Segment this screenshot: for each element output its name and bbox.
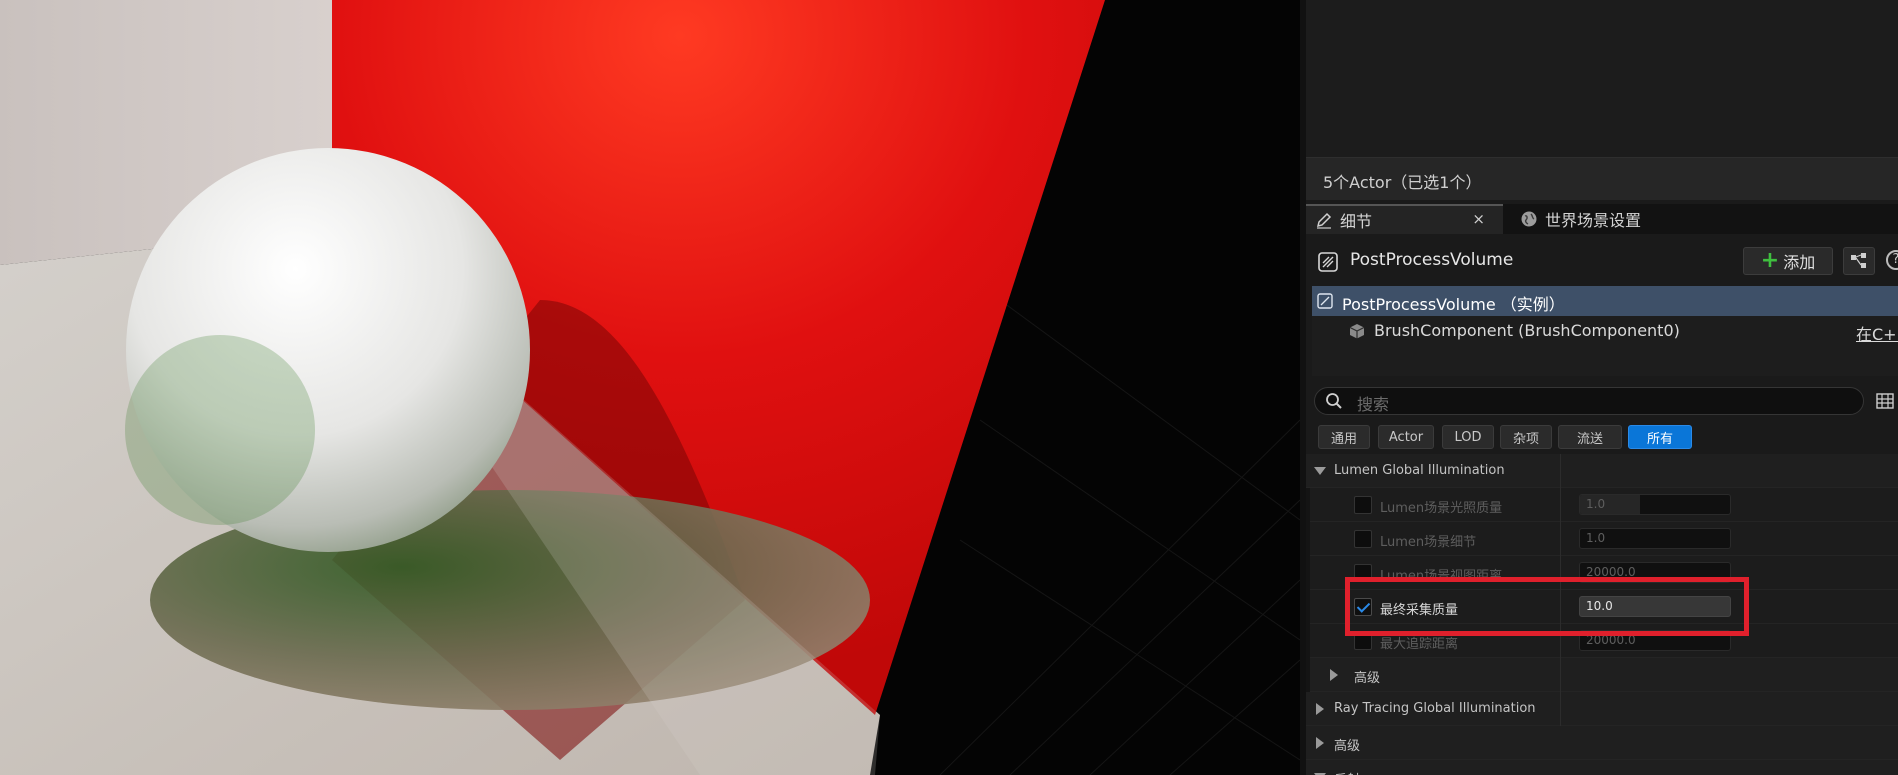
add-label: 添加 [1783,253,1816,272]
expand-arrow-icon [1330,669,1338,681]
section-ray-tracing-gi[interactable]: Ray Tracing Global Illumination [1306,692,1898,726]
expand-arrow-icon [1316,703,1324,715]
property-row: Lumen场景细节 1.0 [1306,522,1898,556]
property-matrix-icon[interactable] [1876,392,1894,410]
search-input[interactable]: 搜索 [1314,387,1864,415]
property-value-field[interactable]: 1.0 [1579,528,1731,549]
component-tree: PostProcessVolume （实例） BrushComponent (B… [1312,286,1898,376]
details-header: PostProcessVolume + 添加 ? [1306,240,1898,282]
collapse-arrow-icon [1314,467,1326,475]
section-advanced-sub[interactable]: 高级 [1306,658,1898,692]
close-icon[interactable]: × [1472,210,1485,228]
edit-in-cpp-link[interactable]: 在C++ [1856,321,1898,345]
globe-icon [1519,209,1539,229]
override-checkbox[interactable] [1354,530,1372,548]
section-label: 高级 [1334,739,1361,754]
section-label: Lumen Global Illumination [1334,463,1505,478]
property-value: 1.0 [1586,531,1606,545]
filter-general[interactable]: 通用 [1318,425,1370,449]
tab-details[interactable]: 细节 × [1306,204,1503,234]
section-reflection[interactable]: 反射 [1306,760,1898,775]
property-label: Lumen场景细节 [1380,535,1477,550]
section-lumen-gi[interactable]: Lumen Global Illumination [1306,454,1898,488]
tab-details-label: 细节 [1340,212,1373,231]
component-label: PostProcessVolume （实例） [1342,295,1565,314]
tab-world-label: 世界场景设置 [1545,211,1642,230]
component-row-instance[interactable]: PostProcessVolume （实例） [1312,286,1898,316]
help-icon[interactable]: ? [1886,250,1898,270]
filter-actor[interactable]: Actor [1378,425,1434,449]
section-label: Ray Tracing Global Illumination [1334,701,1536,716]
actor-name: PostProcessVolume [1350,250,1514,270]
tab-bar: 细节 × 世界场景设置 [1306,204,1898,234]
highlight-box [1345,577,1749,636]
blueprint-icon [1851,253,1866,268]
search-placeholder: 搜索 [1357,395,1390,414]
property-value-field[interactable]: 1.0 [1579,494,1731,515]
property-label: Lumen场景光照质量 [1380,501,1503,516]
post-process-volume-icon [1318,252,1338,272]
outliner-status-bar: 5个Actor（已选1个） [1306,157,1898,200]
property-value: 1.0 [1586,497,1606,511]
level-viewport[interactable] [0,0,1300,775]
details-panel: 5个Actor（已选1个） 细节 × 世界场景设置 PostProcessVol… [1306,0,1898,775]
tab-world-settings[interactable]: 世界场景设置 [1511,204,1691,234]
section-label: 高级 [1354,671,1381,686]
component-label: BrushComponent (BrushComponent0) [1374,321,1680,340]
cube-icon [1349,324,1365,339]
actor-count-label: 5个Actor（已选1个） [1323,173,1482,192]
filter-streaming[interactable]: 流送 [1558,425,1622,449]
override-checkbox[interactable] [1354,496,1372,514]
add-component-button[interactable]: + 添加 [1743,247,1833,275]
pencil-icon [1314,210,1334,230]
plus-icon: + [1760,248,1780,273]
filter-misc[interactable]: 杂项 [1500,425,1552,449]
viewport-render [0,0,1300,775]
blueprint-button[interactable] [1843,247,1875,275]
expand-arrow-icon [1316,737,1324,749]
section-label: 反射 [1334,769,1360,775]
search-icon [1326,393,1342,409]
component-row-brush[interactable]: BrushComponent (BrushComponent0) 在C++ [1312,316,1898,346]
outliner-list[interactable] [1306,0,1898,157]
filter-lod[interactable]: LOD [1442,425,1494,449]
property-row: Lumen场景光照质量 1.0 [1306,488,1898,522]
filter-all[interactable]: 所有 [1628,425,1692,449]
component-icon [1317,293,1333,309]
section-advanced[interactable]: 高级 [1306,726,1898,760]
